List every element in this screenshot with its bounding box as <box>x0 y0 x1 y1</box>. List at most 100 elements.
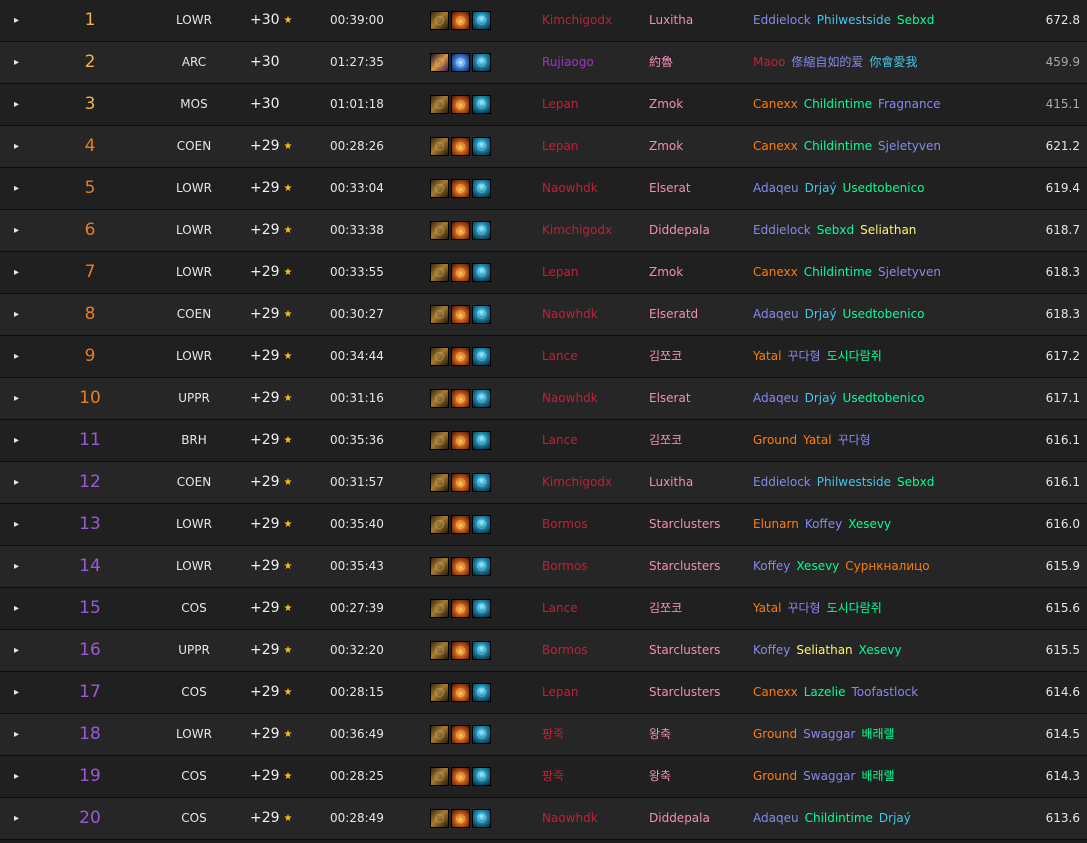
quaking-icon[interactable] <box>472 305 491 324</box>
expand-row-icon[interactable]: ▸ <box>14 462 26 503</box>
dps-player-link[interactable]: Koffey <box>805 517 842 531</box>
expand-row-icon[interactable]: ▸ <box>14 336 26 377</box>
quaking-icon[interactable] <box>472 179 491 198</box>
expand-row-icon[interactable]: ▸ <box>14 210 26 251</box>
dps-player-link[interactable]: Seliathan <box>860 223 916 237</box>
dps-player-link[interactable]: Ground <box>753 769 797 783</box>
tank-player-link[interactable]: Lance <box>542 588 642 629</box>
dps-player-link[interactable]: 배래랠 <box>861 769 894 783</box>
dungeon-name[interactable]: COEN <box>164 462 224 503</box>
dps-player-link[interactable]: Maoo <box>753 55 785 69</box>
dps-player-link[interactable]: Adaqeu <box>753 307 799 321</box>
expand-row-icon[interactable]: ▸ <box>14 126 26 167</box>
expand-row-icon[interactable]: ▸ <box>14 252 26 293</box>
table-row[interactable]: ▸ 12 COEN +29 ★ 00:31:57 Kimchigodx Luxitha Eddi… <box>0 462 1087 504</box>
quaking-icon[interactable] <box>472 641 491 660</box>
tank-player-link[interactable]: Lance <box>542 336 642 377</box>
quaking-icon[interactable] <box>472 767 491 786</box>
tyrannical-icon[interactable] <box>430 263 449 282</box>
tank-player-link[interactable]: Lepan <box>542 84 642 125</box>
expand-row-icon[interactable]: ▸ <box>14 378 26 419</box>
tyrannical-icon[interactable] <box>430 473 449 492</box>
dps-player-link[interactable]: 꾸다형 <box>787 349 820 363</box>
tyrannical-icon[interactable] <box>430 137 449 156</box>
table-row[interactable]: ▸ 14 LOWR +29 ★ 00:35:43 Bormos Starclusters Kof… <box>0 546 1087 588</box>
quaking-icon[interactable] <box>472 221 491 240</box>
table-row[interactable]: ▸ 4 COEN +29 ★ 00:28:26 Lepan Zmok Canexx Childin… <box>0 126 1087 168</box>
dps-player-link[interactable]: 俢縮自如的爱 <box>791 55 863 69</box>
dps-player-link[interactable]: Childintime <box>805 811 873 825</box>
dps-player-link[interactable]: Swaggar <box>803 769 855 783</box>
quaking-icon[interactable] <box>472 557 491 576</box>
tyrannical-icon[interactable] <box>430 557 449 576</box>
quaking-icon[interactable] <box>472 95 491 114</box>
healer-player-link[interactable]: Elserat <box>649 168 749 209</box>
healer-player-link[interactable]: Luxitha <box>649 462 749 503</box>
table-row[interactable]: ▸ 16 UPPR +29 ★ 00:32:20 Bormos Starclusters Kof… <box>0 630 1087 672</box>
table-row[interactable]: ▸ 17 COS +29 ★ 00:28:15 Lepan Starclusters Canex… <box>0 672 1087 714</box>
dps-player-link[interactable]: Xesevy <box>859 643 902 657</box>
tank-player-link[interactable]: Bormos <box>542 546 642 587</box>
dps-player-link[interactable]: Swaggar <box>803 727 855 741</box>
dps-player-link[interactable]: Toofastlock <box>852 685 919 699</box>
healer-player-link[interactable]: Diddepala <box>649 210 749 251</box>
tank-player-link[interactable]: Lepan <box>542 252 642 293</box>
dps-player-link[interactable]: Ground <box>753 433 797 447</box>
tank-player-link[interactable]: Lance <box>542 420 642 461</box>
quaking-icon[interactable] <box>472 11 491 30</box>
tank-player-link[interactable]: Naowhdk <box>542 168 642 209</box>
table-row[interactable]: ▸ 5 LOWR +29 ★ 00:33:04 Naowhdk Elserat Adaqeu Dr… <box>0 168 1087 210</box>
table-row[interactable]: ▸ 3 MOS +30 01:01:18 Lepan Zmok Canexx Childinti… <box>0 84 1087 126</box>
dps-player-link[interactable]: Canexx <box>753 685 798 699</box>
explosive-icon[interactable] <box>451 347 470 366</box>
explosive-icon[interactable] <box>451 557 470 576</box>
dps-player-link[interactable]: Fragnance <box>878 97 940 111</box>
quaking-icon[interactable] <box>472 53 491 72</box>
explosive-icon[interactable] <box>451 767 470 786</box>
tank-player-link[interactable]: Naowhdk <box>542 798 642 839</box>
dungeon-name[interactable]: COS <box>164 588 224 629</box>
tyrannical-icon[interactable] <box>430 809 449 828</box>
dps-player-link[interactable]: 꾸다형 <box>787 601 820 615</box>
dps-player-link[interactable]: 도시다람쥐 <box>827 349 882 363</box>
dps-player-link[interactable]: Koffey <box>753 643 790 657</box>
dps-player-link[interactable]: Sebxd <box>897 475 934 489</box>
dps-player-link[interactable]: Ground <box>753 727 797 741</box>
explosive-icon[interactable] <box>451 95 470 114</box>
healer-player-link[interactable]: Zmok <box>649 126 749 167</box>
dungeon-name[interactable]: LOWR <box>164 714 224 755</box>
dps-player-link[interactable]: Sjeletyven <box>878 139 941 153</box>
expand-row-icon[interactable]: ▸ <box>14 84 26 125</box>
dps-player-link[interactable]: Yatal <box>803 433 831 447</box>
expand-row-icon[interactable]: ▸ <box>14 714 26 755</box>
tyrannical-icon[interactable] <box>430 305 449 324</box>
quaking-icon[interactable] <box>472 137 491 156</box>
dps-player-link[interactable]: Usedtobenico <box>843 391 925 405</box>
tyrannical-icon[interactable] <box>430 725 449 744</box>
bolstering-icon[interactable] <box>451 53 470 72</box>
healer-player-link[interactable]: Zmok <box>649 84 749 125</box>
quaking-icon[interactable] <box>472 347 491 366</box>
dps-player-link[interactable]: Eddielock <box>753 13 811 27</box>
dps-player-link[interactable]: Childintime <box>804 265 872 279</box>
quaking-icon[interactable] <box>472 263 491 282</box>
dps-player-link[interactable]: Drjaý <box>805 307 837 321</box>
dungeon-name[interactable]: COS <box>164 798 224 839</box>
dungeon-name[interactable]: LOWR <box>164 336 224 377</box>
healer-player-link[interactable]: 約魯 <box>649 42 749 83</box>
dps-player-link[interactable]: Sebxd <box>817 223 854 237</box>
tank-player-link[interactable]: Naowhdk <box>542 294 642 335</box>
quaking-icon[interactable] <box>472 515 491 534</box>
dungeon-name[interactable]: MOS <box>164 84 224 125</box>
dps-player-link[interactable]: 도시다람쥐 <box>827 601 882 615</box>
dungeon-name[interactable]: ARC <box>164 42 224 83</box>
explosive-icon[interactable] <box>451 221 470 240</box>
quaking-icon[interactable] <box>472 431 491 450</box>
tyrannical-icon[interactable] <box>430 431 449 450</box>
tyrannical-icon[interactable] <box>430 767 449 786</box>
dps-player-link[interactable]: 你會愛我 <box>869 55 917 69</box>
dps-player-link[interactable]: Canexx <box>753 97 798 111</box>
tyrannical-icon[interactable] <box>430 515 449 534</box>
expand-row-icon[interactable]: ▸ <box>14 672 26 713</box>
dps-player-link[interactable]: Canexx <box>753 139 798 153</box>
